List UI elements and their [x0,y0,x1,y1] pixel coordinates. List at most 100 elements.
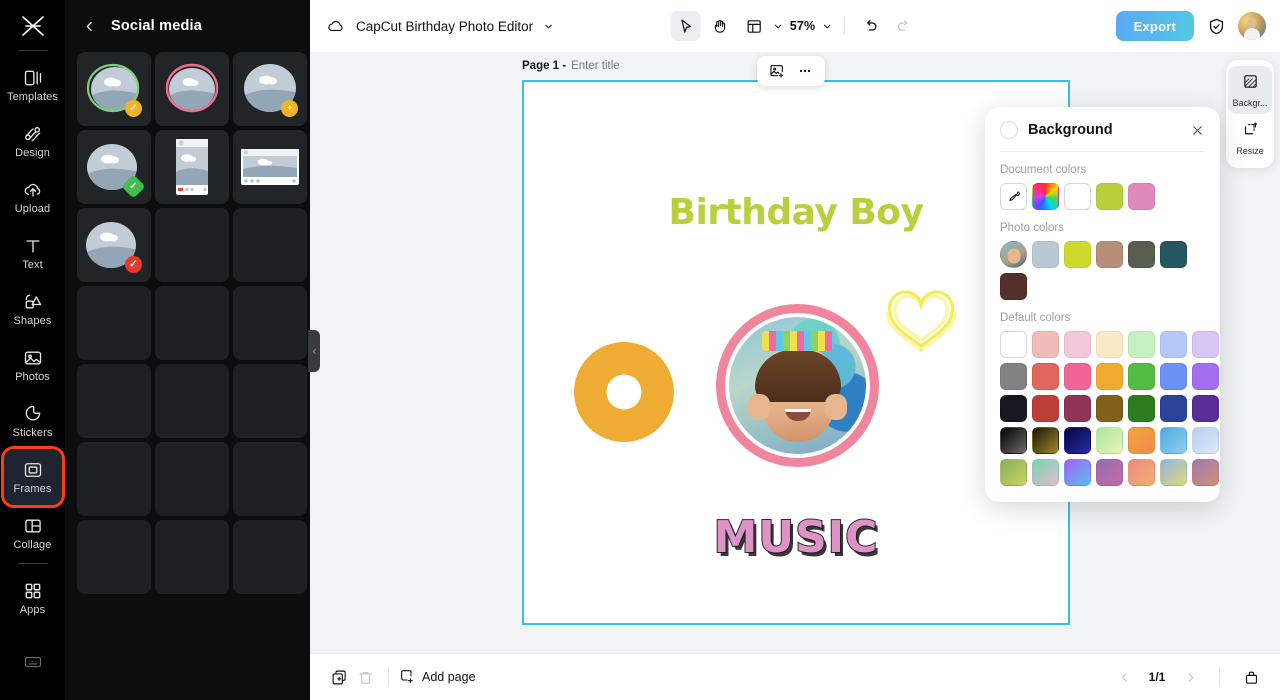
sidebar-item-shapes[interactable]: Shapes [4,281,62,337]
frame-thumbnail-empty[interactable] [155,442,229,516]
default-gradient-swatch[interactable] [1128,459,1155,486]
ellipsis-icon[interactable] [793,59,817,83]
photo-color-swatch[interactable] [1032,241,1059,268]
page-title-input[interactable] [571,60,652,72]
background-tool-button[interactable]: Backgr... [1228,66,1272,114]
default-gradient-swatch[interactable] [1032,427,1059,454]
color-swatch-pink[interactable] [1128,183,1155,210]
default-color-swatch[interactable] [1192,331,1219,358]
photo-color-swatch[interactable] [1096,241,1123,268]
default-gradient-swatch[interactable] [1128,427,1155,454]
image-plus-icon[interactable] [765,59,789,83]
keyboard-shortcuts-icon[interactable] [4,642,62,682]
frame-thumbnail-empty[interactable] [155,286,229,360]
default-color-swatch[interactable] [1128,331,1155,358]
photo-color-swatch[interactable] [1064,241,1091,268]
frame-thumbnail-empty[interactable] [77,442,151,516]
artwork-photo-frame[interactable] [716,304,879,467]
zoom-chevron-down-icon[interactable] [821,21,832,32]
default-gradient-swatch[interactable] [1064,427,1091,454]
color-swatch-white[interactable] [1064,183,1091,210]
duplicate-page-icon[interactable] [326,664,352,690]
frame-thumbnail-empty[interactable] [233,286,307,360]
default-color-swatch[interactable] [1096,331,1123,358]
frame-thumbnail-empty[interactable] [77,286,151,360]
frame-thumbnail[interactable]: ✓ [77,130,151,204]
layout-tool-button[interactable] [739,11,769,41]
default-color-swatch[interactable] [1032,395,1059,422]
default-color-swatch[interactable] [1128,395,1155,422]
panel-collapse-handle[interactable] [308,330,320,372]
redo-button[interactable] [889,11,919,41]
user-avatar[interactable] [1238,12,1266,40]
frame-thumbnail[interactable] [155,52,229,126]
sidebar-item-templates[interactable]: Templates [4,57,62,113]
frame-thumbnail[interactable] [155,130,229,204]
chevron-down-icon[interactable] [543,21,554,32]
photo-color-swatch[interactable] [1160,241,1187,268]
frame-thumbnail-empty[interactable] [233,442,307,516]
color-swatch-lime[interactable] [1096,183,1123,210]
artwork-donut-shape[interactable] [574,342,674,442]
default-gradient-swatch[interactable] [1064,459,1091,486]
photo-color-swatch[interactable] [1128,241,1155,268]
close-icon[interactable] [1190,123,1205,138]
undo-button[interactable] [855,11,885,41]
default-color-swatch[interactable] [1000,395,1027,422]
default-gradient-swatch[interactable] [1096,459,1123,486]
frame-thumbnail[interactable]: ✓ [77,52,151,126]
default-gradient-swatch[interactable] [1160,427,1187,454]
default-color-swatch[interactable] [1160,331,1187,358]
sidebar-item-stickers[interactable]: Stickers [4,393,62,449]
page-grid-icon[interactable] [1238,664,1264,690]
frame-thumbnail-empty[interactable] [233,520,307,594]
default-color-swatch[interactable] [1192,363,1219,390]
default-color-swatch[interactable] [1096,395,1123,422]
sidebar-item-text[interactable]: Text [4,225,62,281]
export-button[interactable]: Export [1115,11,1194,41]
default-gradient-swatch[interactable] [1000,427,1027,454]
frame-thumbnail-empty[interactable] [155,520,229,594]
default-gradient-swatch[interactable] [1032,459,1059,486]
select-tool-button[interactable] [670,11,701,41]
default-color-swatch[interactable] [1192,395,1219,422]
zoom-level[interactable]: 57% [788,19,818,33]
add-page-button[interactable]: Add page [399,668,476,687]
default-gradient-swatch[interactable] [1000,459,1027,486]
default-gradient-swatch[interactable] [1192,427,1219,454]
default-color-swatch[interactable] [1000,363,1027,390]
default-color-swatch[interactable] [1064,363,1091,390]
sidebar-item-collage[interactable]: Collage [4,505,62,561]
sidebar-item-design[interactable]: Design [4,113,62,169]
photo-color-swatch[interactable] [1000,273,1027,300]
sidebar-item-frames[interactable]: Frames [0,446,65,508]
prev-page-button[interactable] [1113,666,1135,688]
hand-tool-button[interactable] [705,11,735,41]
default-color-swatch[interactable] [1128,363,1155,390]
default-color-swatch[interactable] [1000,331,1027,358]
artwork-music-text[interactable]: MUSIC [713,511,879,564]
frame-thumbnail-empty[interactable] [155,208,229,282]
default-color-swatch[interactable] [1032,363,1059,390]
sidebar-item-upload[interactable]: Upload [4,169,62,225]
artwork-heart-sticker[interactable] [882,290,960,352]
default-gradient-swatch[interactable] [1096,427,1123,454]
shield-check-icon[interactable] [1204,14,1228,38]
current-color-swatch[interactable] [1000,121,1018,139]
default-color-swatch[interactable] [1096,363,1123,390]
eyedropper-icon[interactable] [1000,183,1027,210]
default-color-swatch[interactable] [1160,363,1187,390]
panel-back-button[interactable] [83,20,97,33]
frame-thumbnail-empty[interactable] [233,364,307,438]
resize-tool-button[interactable]: Resize [1228,114,1272,162]
default-color-swatch[interactable] [1064,395,1091,422]
default-color-swatch[interactable] [1064,331,1091,358]
document-title[interactable]: CapCut Birthday Photo Editor [356,19,533,34]
capcut-logo-icon[interactable] [13,8,53,44]
frame-thumbnail[interactable]: + [233,52,307,126]
frame-thumbnail-empty[interactable] [77,364,151,438]
photo-source-thumbnail[interactable] [1000,241,1027,268]
default-color-swatch[interactable] [1032,331,1059,358]
color-swatch-rainbow[interactable] [1032,183,1059,210]
frame-thumbnail-empty[interactable] [233,208,307,282]
